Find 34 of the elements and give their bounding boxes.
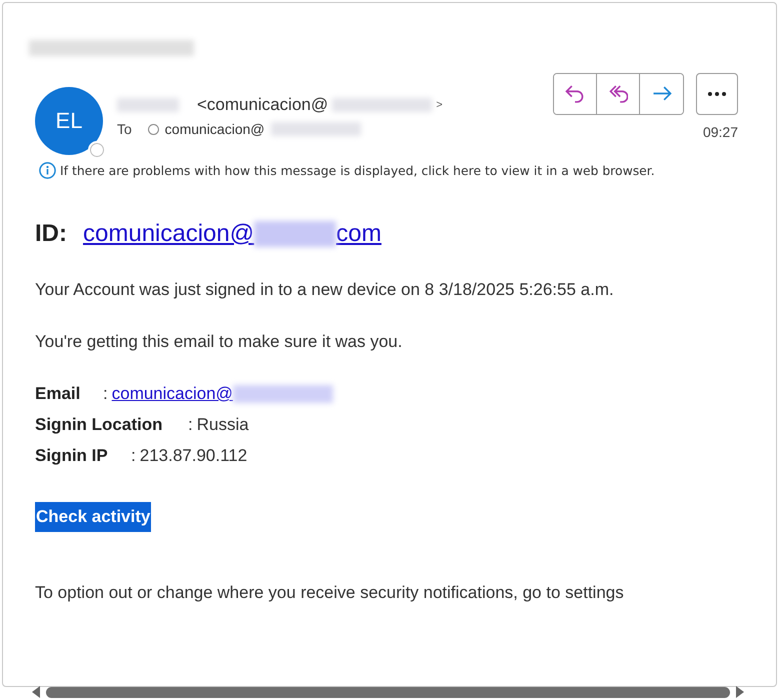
to-label: To [117, 121, 132, 137]
reply-button[interactable] [554, 74, 597, 114]
info-icon [39, 162, 56, 179]
reply-icon [565, 85, 585, 103]
email-link[interactable]: comunicacion@ [83, 220, 254, 248]
web-view-link[interactable]: If there are problems with how this message is displayed, click here to view it in a web browser. [60, 163, 655, 178]
email-link[interactable]: comunicacion@ [112, 384, 233, 404]
scroll-right-icon[interactable] [736, 686, 744, 698]
sender-address: <comunicacion@ [197, 95, 328, 115]
detail-label: Email [35, 384, 82, 404]
separator: : [188, 415, 193, 435]
redacted-text [117, 98, 179, 112]
recipient-status-icon [148, 124, 159, 134]
separator: : [103, 384, 108, 404]
footer-text: To option out or change where you receive security notifications, go to settings [35, 582, 625, 604]
paragraph: You're getting this email to make sure it was you. [35, 331, 404, 353]
scrollbar-thumb[interactable] [46, 686, 730, 698]
sender-address-end: > [436, 99, 443, 111]
check-activity-link[interactable]: Check activity [35, 502, 152, 532]
recipient-address: comunicacion@ [164, 121, 265, 137]
more-icon [708, 92, 726, 96]
paragraph: Your Account was just signed in to a new device on 8 3/18/2025 5:26:55 a.m. [35, 279, 615, 301]
reply-all-icon [608, 85, 628, 103]
detail-value: Russia [196, 415, 249, 435]
id-label: ID: [35, 220, 67, 248]
detail-value: 213.87.90.112 [140, 446, 248, 466]
email-link-end[interactable]: com [336, 220, 382, 248]
message-time: 09:27 [702, 124, 738, 140]
avatar: EL [35, 87, 103, 155]
detail-label: Signin IP [35, 446, 109, 466]
separator: : [131, 446, 136, 466]
forward-arrow-icon [652, 85, 672, 103]
more-button[interactable] [696, 73, 738, 115]
detail-label: Signin Location [35, 415, 164, 435]
